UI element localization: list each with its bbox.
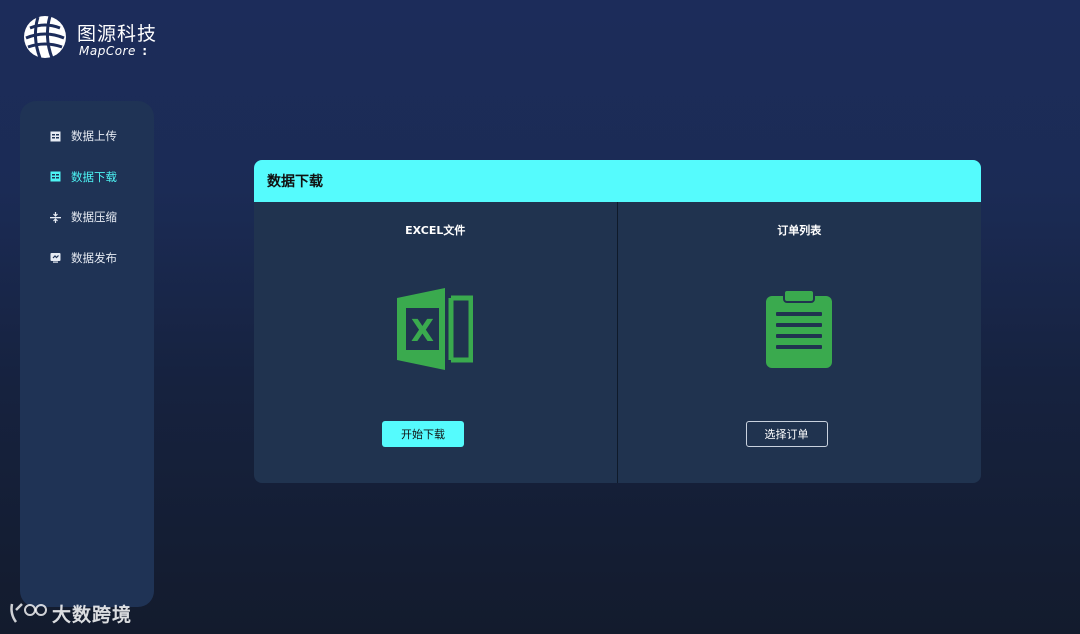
excel-icon: X [397, 288, 474, 370]
sidebar-item-label: 数据上传 [71, 129, 117, 143]
sidebar: 数据上传 数据下载 数据压缩 数据发布 [20, 101, 154, 607]
brand-name-cn: 图源科技 [77, 23, 158, 45]
brand-name-en-suffix: : [142, 44, 148, 58]
panel-body: EXCEL文件 X 开始下载 订单列表 选择订单 [254, 202, 981, 483]
brand-name-en: MapCore : [79, 44, 148, 58]
table-icon [50, 171, 61, 182]
panel-title: 数据下载 [254, 160, 981, 202]
excel-section: EXCEL文件 X 开始下载 [254, 202, 618, 483]
sidebar-item-upload[interactable]: 数据上传 [20, 125, 154, 147]
brand-logo: 图源科技 MapCore : [22, 14, 182, 62]
sidebar-item-label: 数据发布 [71, 250, 117, 265]
watermark-text: 大数跨境 [52, 604, 133, 626]
sidebar-item-download[interactable]: 数据下载 [20, 166, 154, 188]
globe-icon [24, 15, 66, 59]
select-order-button[interactable]: 选择订单 [745, 421, 828, 447]
start-download-button[interactable]: 开始下载 [382, 421, 464, 447]
sidebar-item-label: 数据压缩 [71, 210, 117, 224]
sidebar-item-publish[interactable]: 数据发布 [20, 247, 154, 269]
publish-icon [50, 253, 61, 263]
order-section-title: 订单列表 [777, 224, 822, 237]
sidebar-item-compress[interactable]: 数据压缩 [20, 206, 154, 228]
excel-section-title: EXCEL文件 [405, 224, 466, 237]
watermark: 大数跨境 [8, 598, 148, 630]
brand-name-en-text: MapCore [79, 44, 136, 58]
sidebar-item-label: 数据下载 [71, 169, 117, 184]
watermark-logo-icon [10, 603, 47, 623]
order-section: 订单列表 选择订单 [618, 202, 982, 483]
clipboard-icon [766, 290, 833, 368]
svg-text:X: X [411, 314, 434, 349]
table-icon [50, 131, 61, 141]
download-panel: 数据下载 EXCEL文件 X 开始下载 订单列表 选择订单 [254, 160, 981, 483]
compress-icon [50, 211, 61, 223]
